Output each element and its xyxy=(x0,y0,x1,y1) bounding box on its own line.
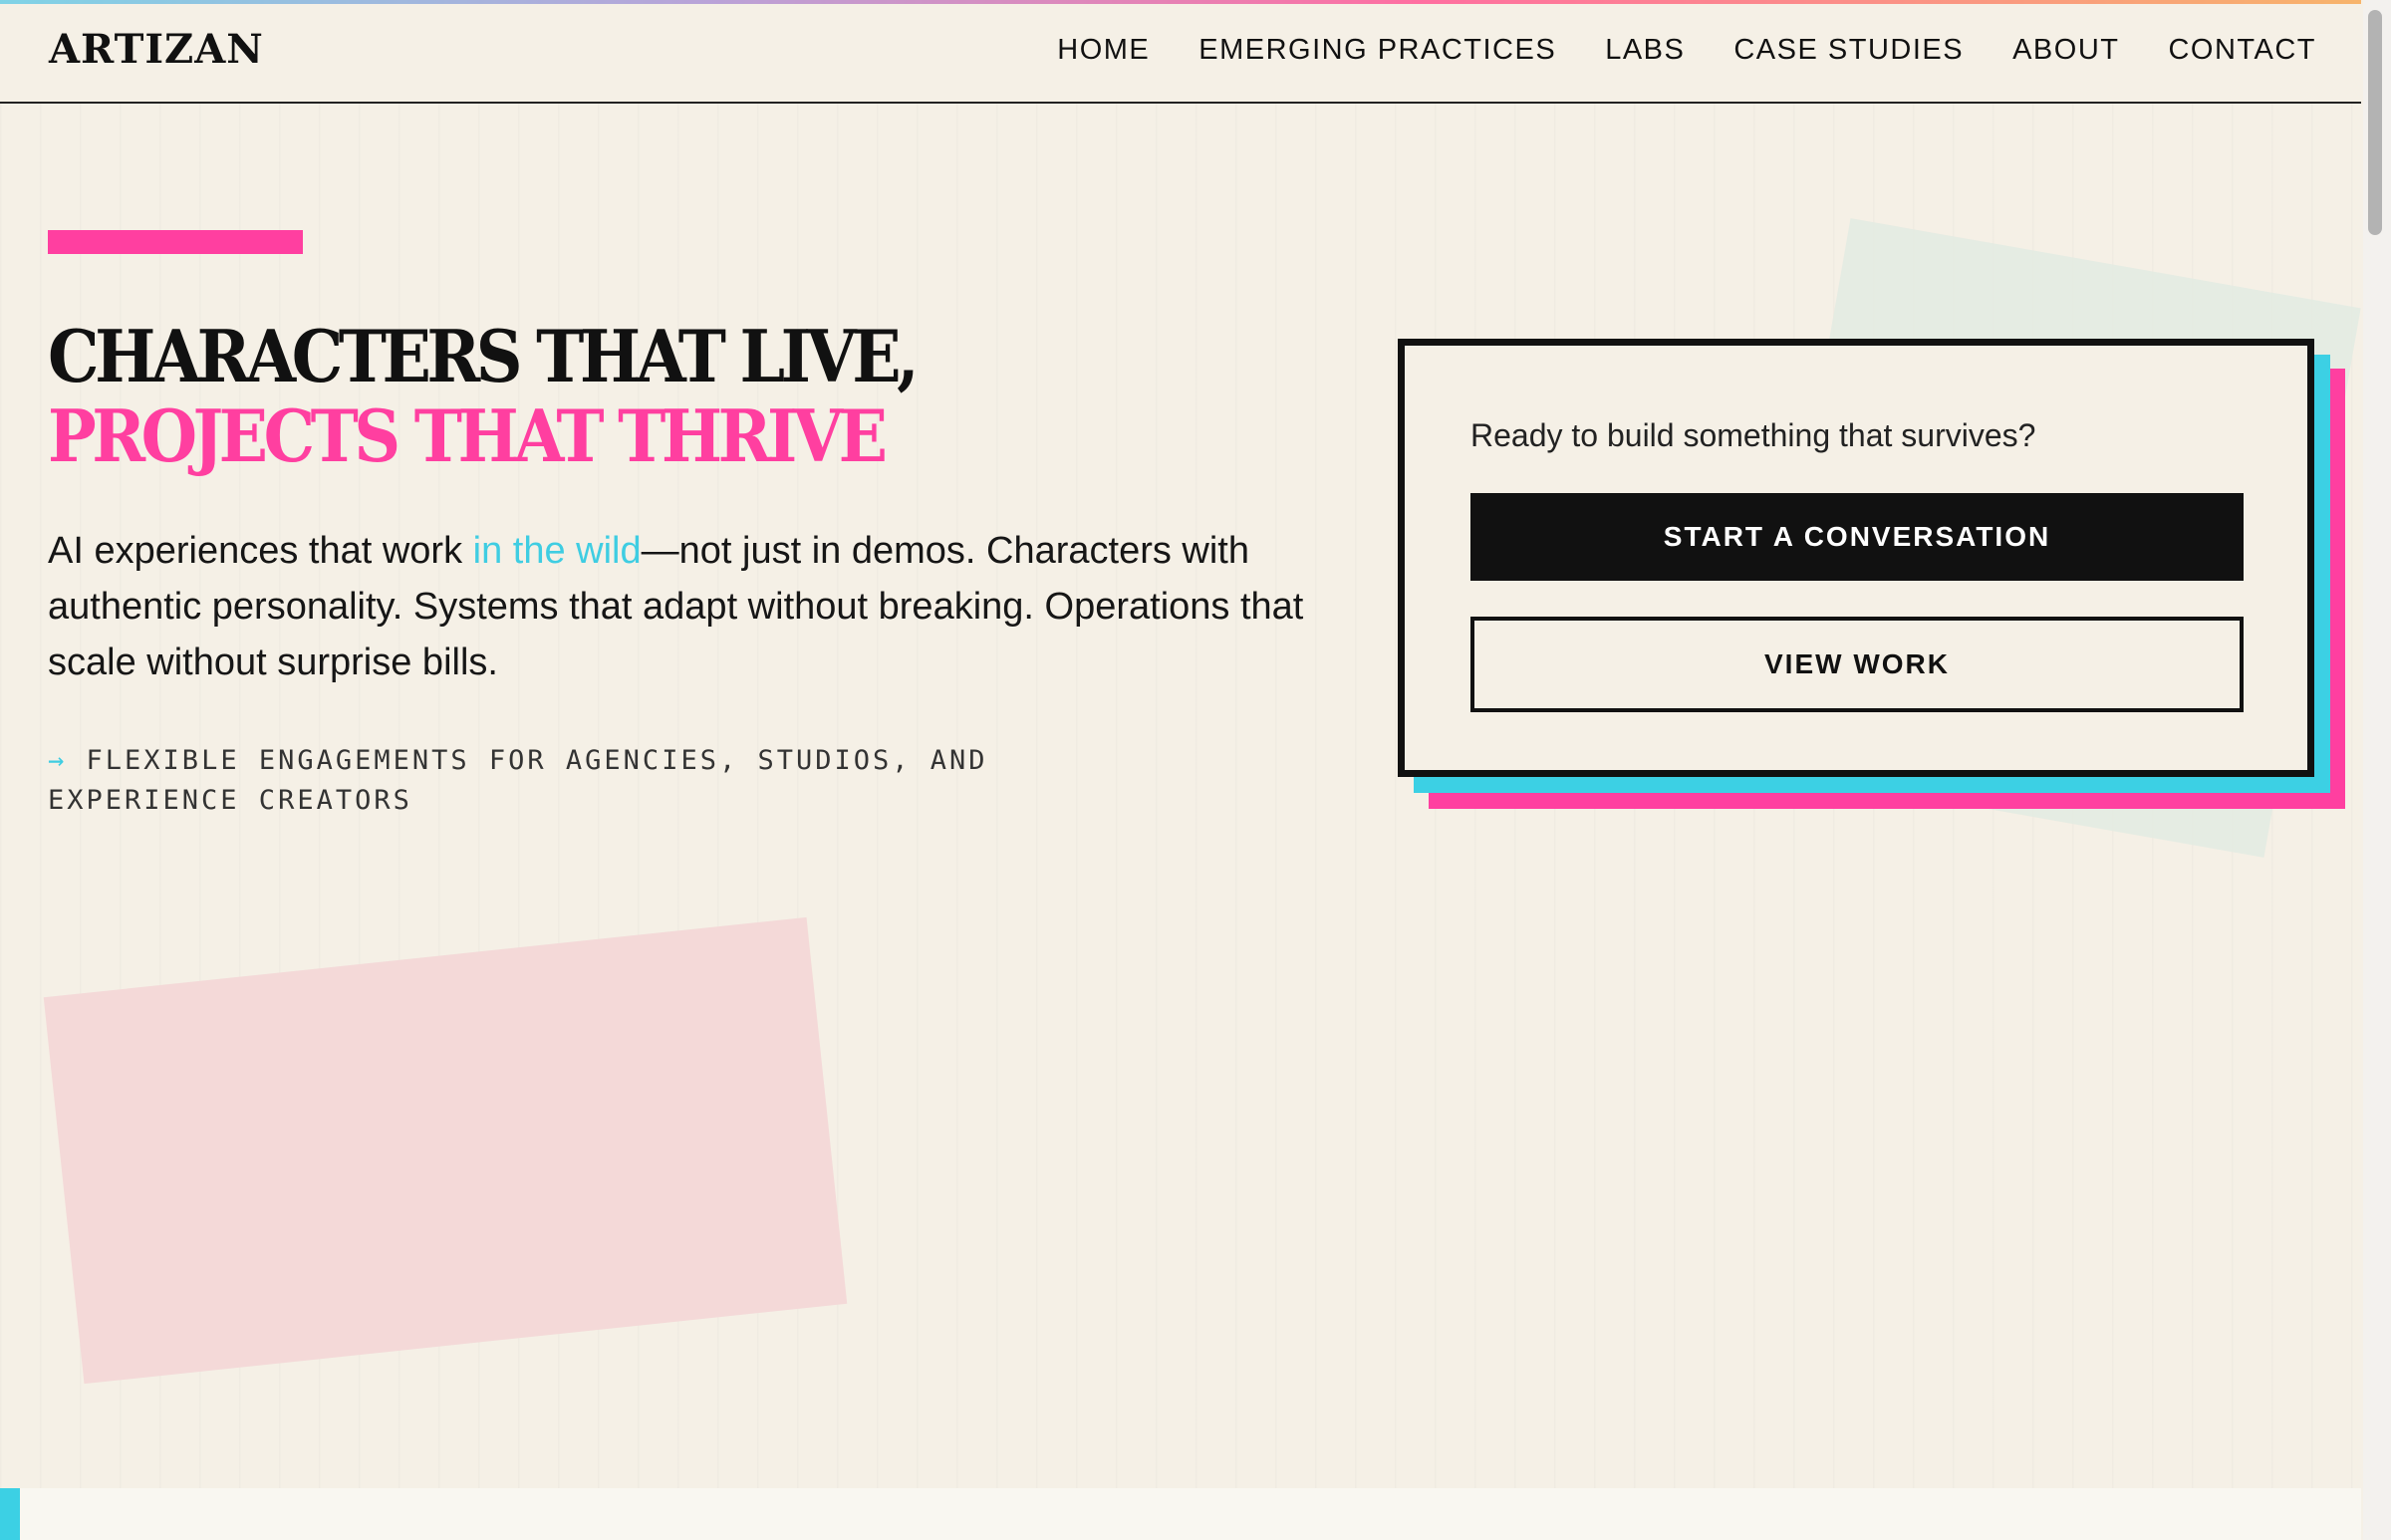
nav-item-emerging-practices[interactable]: EMERGING PRACTICES xyxy=(1198,34,1556,67)
nav-item-contact[interactable]: CONTACT xyxy=(2168,34,2316,67)
hero-headline: CHARACTERS THAT LIVE, PROJECTS THAT THRI… xyxy=(48,314,920,478)
brand-logo[interactable]: ARTIZAN xyxy=(49,26,264,73)
tagline-text: FLEXIBLE ENGAGEMENTS FOR AGENCIES, STUDI… xyxy=(48,745,988,816)
cta-card: Ready to build something that survives? … xyxy=(1398,339,2314,777)
view-work-button[interactable]: VIEW WORK xyxy=(1470,617,2244,712)
headline-line-1: CHARACTERS THAT LIVE, xyxy=(48,314,920,398)
hero-lead: AI experiences that work in the wild—not… xyxy=(48,523,1363,690)
nav-item-labs[interactable]: LABS xyxy=(1605,34,1685,67)
decorative-pink-shape xyxy=(43,916,848,1385)
accent-bar xyxy=(48,230,303,254)
next-section-accent xyxy=(0,1488,20,1540)
nav-item-case-studies[interactable]: CASE STUDIES xyxy=(1733,34,1964,67)
site-header: ARTIZAN HOME EMERGING PRACTICES LABS CAS… xyxy=(0,4,2361,104)
hero-tagline: → FLEXIBLE ENGAGEMENTS FOR AGENCIES, STU… xyxy=(48,741,1004,821)
headline-line-2: PROJECTS THAT THRIVE xyxy=(48,393,888,478)
cta-question: Ready to build something that survives? xyxy=(1470,417,2036,453)
lead-accent-text: in the wild xyxy=(472,530,642,572)
next-section-edge xyxy=(0,1488,2361,1540)
start-conversation-button[interactable]: START A CONVERSATION xyxy=(1470,493,2244,581)
scrollbar-thumb[interactable] xyxy=(2368,10,2382,235)
lead-text-start: AI experiences that work xyxy=(48,530,473,572)
nav-item-about[interactable]: ABOUT xyxy=(2012,34,2119,67)
arrow-right-icon: → xyxy=(48,745,68,776)
nav-item-home[interactable]: HOME xyxy=(1057,34,1150,67)
main-nav: HOME EMERGING PRACTICES LABS CASE STUDIE… xyxy=(1057,34,2316,67)
